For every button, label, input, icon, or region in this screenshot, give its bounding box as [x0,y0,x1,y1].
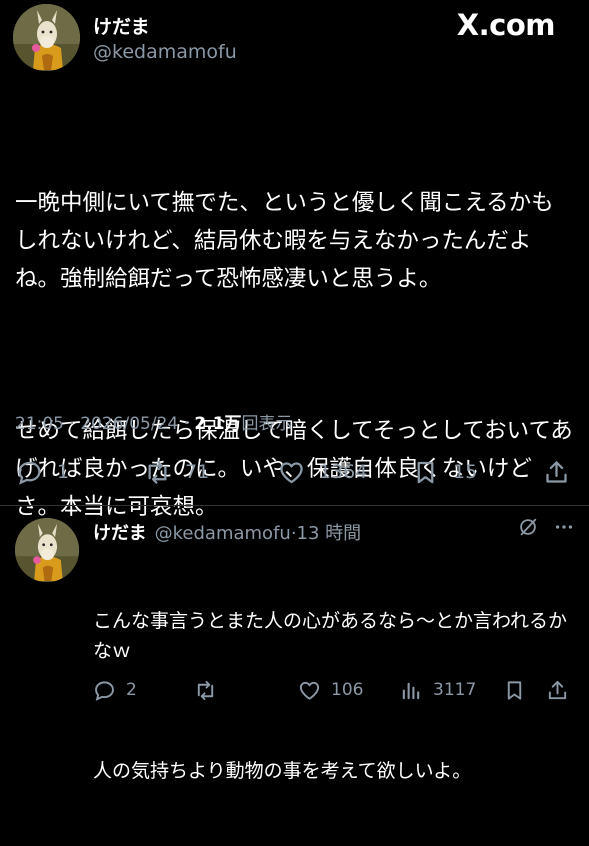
like-count: 1364 [319,461,368,483]
reply-like-button[interactable]: 106 [298,670,363,710]
grok-icon[interactable] [517,516,539,538]
views-label: 回表示 [241,414,293,434]
share-icon [546,460,567,483]
reply-paragraph: 人の気持ちより動物の事を考えて欲しいよ。 [93,760,472,782]
divider [0,505,589,506]
reply-paragraph: こんな事言うとまた人の心があるなら〜とか言われるかなｗ [93,610,568,662]
reply-count: 1 [57,461,70,483]
repost-icon [148,460,167,484]
reply-bookmark-button[interactable] [503,670,536,710]
bookmark-icon [507,680,522,700]
reply-author-avatar[interactable] [15,518,79,582]
llama-avatar-image [15,518,79,582]
reply-time[interactable]: 13 時間 [297,523,362,544]
share-icon [548,680,567,699]
reply-action-bar: 2 106 3117 [0,670,589,710]
share-button[interactable] [543,450,584,494]
reply-author-name[interactable]: けだま [93,523,147,544]
reply-icon [18,461,41,485]
reply-like-count: 106 [331,680,364,700]
tweet-paragraph: 一晩中側にいて撫でた、というと優しく聞こえるかもしれないけれど、結局休む暇を与え… [15,190,554,292]
llama-avatar-image [13,4,80,71]
author-handle[interactable]: @kedamamofu [93,41,237,63]
author-avatar[interactable] [13,4,80,71]
reply-views-button[interactable]: 3117 [400,670,476,710]
x-com-logo: X.com [456,8,556,42]
reply-reply-button[interactable]: 2 [93,670,137,710]
reply-repost-button[interactable] [194,670,227,710]
tweet-action-bar: 1 71 1364 15 [0,450,589,494]
meta-separator: · [183,414,195,434]
repost-icon [197,680,214,700]
reply-header: けだま @kedamamofu·13 時間 [93,519,361,545]
like-button[interactable]: 1364 [278,450,367,494]
reply-button[interactable]: 1 [16,450,69,494]
reply-views-count: 3117 [433,680,477,700]
tweet-date[interactable]: 2026/05/24 [80,414,178,434]
repost-button[interactable]: 71 [144,450,209,494]
reply-reply-count: 2 [126,680,137,700]
bookmark-icon [417,461,434,483]
reply-author-handle[interactable]: @kedamamofu [155,523,291,544]
bookmark-count: 15 [453,461,478,483]
tweet-time[interactable]: 21:05 [15,414,64,434]
tweet-meta: 21:05 · 2026/05/24 · 2.1万回表示 [15,409,293,434]
reply-share-button[interactable] [546,670,579,710]
views-count: 2.1万 [194,414,242,434]
reply-header-icons [517,516,575,538]
reply-icon [95,680,114,701]
bookmark-button[interactable]: 15 [412,450,477,494]
meta-separator: · [69,414,81,434]
views-icon [402,682,420,699]
repost-count: 71 [185,461,210,483]
more-icon[interactable] [553,516,575,538]
author-name[interactable]: けだま [93,12,150,39]
heart-icon [280,461,303,483]
heart-icon [299,681,320,700]
